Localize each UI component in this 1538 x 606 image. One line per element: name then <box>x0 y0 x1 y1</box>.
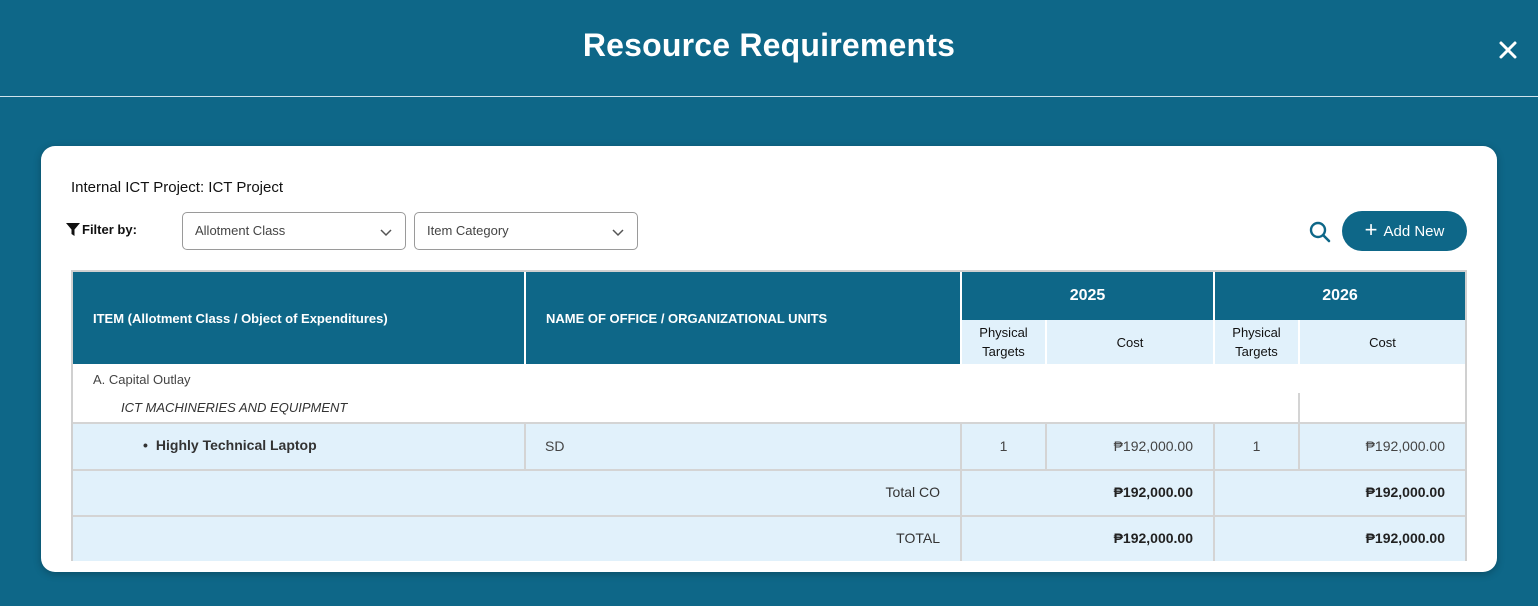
row-targets-2026: 1 <box>1252 438 1261 454</box>
resource-table: ITEM (Allotment Class / Object of Expend… <box>71 270 1467 561</box>
header-divider <box>524 272 526 364</box>
add-new-label: Add New <box>1383 222 1445 240</box>
grid-line <box>524 423 526 469</box>
total-label: TOTAL <box>896 530 940 546</box>
row-office: SD <box>545 438 565 454</box>
modal-title: Resource Requirements <box>582 27 956 63</box>
grid-line <box>1213 517 1215 561</box>
add-new-button[interactable]: + Add New <box>1342 211 1467 251</box>
project-title: Internal ICT Project: ICT Project <box>71 179 284 196</box>
item-category-select[interactable]: Item Category <box>414 212 638 250</box>
header-office: NAME OF OFFICE / ORGANIZATIONAL UNITS <box>526 272 960 364</box>
row-cost-2026: ₱192,000.00 <box>1365 438 1445 454</box>
allotment-class-select[interactable]: Allotment Class <box>182 212 406 250</box>
grid-line <box>1045 423 1047 469</box>
grid-line <box>73 422 1465 424</box>
resource-card: Internal ICT Project: ICT Project Filter… <box>41 146 1497 572</box>
bullet-icon: • <box>143 437 148 453</box>
allotment-class-value: Allotment Class <box>195 223 286 238</box>
total-co-cost-2025: ₱192,000.00 <box>1113 484 1193 500</box>
header-office-text: NAME OF OFFICE / ORGANIZATIONAL UNITS <box>546 310 828 326</box>
grid-line <box>1213 471 1215 515</box>
year-2025-text: 2025 <box>1069 287 1106 304</box>
subheader-cost-2025: Cost <box>1047 320 1213 364</box>
grid-line <box>1298 423 1300 469</box>
search-icon[interactable] <box>1308 220 1332 244</box>
total-co-label: Total CO <box>885 484 940 500</box>
subheader-cost-2026: Cost <box>1300 320 1465 364</box>
total-co-cost-2026: ₱192,000.00 <box>1365 484 1445 500</box>
row-targets-2025: 1 <box>999 438 1008 454</box>
row-item-text: Highly Technical Laptop <box>155 437 317 453</box>
grid-line <box>960 471 962 515</box>
modal-header: Resource Requirements <box>0 0 1538 97</box>
header-item-text: ITEM (Allotment Class / Object of Expend… <box>93 310 388 326</box>
chevron-down-icon <box>380 229 392 237</box>
total-cost-2025: ₱192,000.00 <box>1113 530 1193 546</box>
category-label: ICT MACHINERIES AND EQUIPMENT <box>121 400 348 415</box>
row-cost-2025: ₱192,000.00 <box>1113 438 1193 454</box>
plus-icon: + <box>1364 217 1378 242</box>
filter-label-text: Filter by: <box>82 222 137 237</box>
row-item: • Highly Technical Laptop <box>143 437 317 453</box>
item-category-value: Item Category <box>427 223 509 238</box>
grid-line <box>960 517 962 561</box>
subheader-physical-targets-2026: Physical Targets <box>1215 320 1298 364</box>
grid-line <box>1213 423 1215 469</box>
header-year-2026: 2026 <box>1215 272 1465 320</box>
header-item: ITEM (Allotment Class / Object of Expend… <box>73 272 524 364</box>
subheader-physical-targets-2025: Physical Targets <box>962 320 1045 364</box>
year-2026-text: 2026 <box>1322 287 1358 304</box>
total-cost-2026: ₱192,000.00 <box>1365 530 1445 546</box>
grid-line <box>1298 393 1300 423</box>
allotment-class-label: A. Capital Outlay <box>93 372 191 387</box>
filter-label: Filter by: <box>66 222 137 237</box>
chevron-down-icon <box>612 229 624 237</box>
header-year-2025: 2025 <box>962 272 1213 320</box>
close-icon[interactable] <box>1494 36 1522 64</box>
grid-line <box>960 423 962 469</box>
filter-icon <box>66 223 80 236</box>
